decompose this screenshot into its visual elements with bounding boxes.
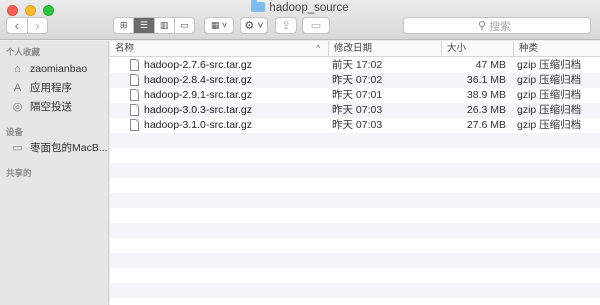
folder-icon (251, 0, 266, 12)
file-date: 昨天 07:03 (332, 119, 383, 131)
column-view-button[interactable]: ▥ (153, 18, 174, 33)
column-name-label: 名称 (115, 43, 135, 54)
empty-row (110, 193, 600, 208)
column-header-row: 名称 ^ 修改日期 大小 种类 (110, 41, 600, 57)
empty-row (110, 283, 600, 298)
file-date: 昨天 07:02 (332, 74, 383, 86)
window-title: hadoop_source (0, 0, 600, 14)
search-icon: ⚲ (478, 20, 487, 32)
file-name: hadoop-3.0.3-src.tar.gz (144, 104, 252, 116)
column-header-size[interactable]: 大小 (441, 41, 513, 57)
home-icon: ⌂ (14, 62, 21, 75)
sidebar-item-label: zaomianbao (30, 62, 88, 75)
file-name: hadoop-2.8.4-src.tar.gz (144, 74, 252, 86)
file-kind: gzip 压缩归档 (517, 74, 582, 86)
archive-file-icon (130, 89, 139, 101)
table-row[interactable]: hadoop-2.7.6-src.tar.gz 前天 17:02 47 MB g… (110, 58, 600, 73)
sort-ascending-icon: ^ (316, 44, 320, 53)
archive-file-icon (130, 74, 139, 86)
share-button[interactable]: ⇪ (275, 17, 297, 34)
icon-view-button[interactable]: ⊞ (114, 18, 133, 33)
tags-button[interactable]: ▭ (302, 17, 330, 34)
file-kind: gzip 压缩归档 (517, 119, 582, 131)
file-size: 36.1 MB (466, 74, 506, 86)
applications-icon: A (13, 81, 22, 94)
sidebar-item-label: 应用程序 (30, 82, 72, 94)
file-date: 昨天 07:03 (332, 104, 383, 116)
laptop-icon: ▭ (12, 142, 23, 154)
empty-row (110, 253, 600, 268)
column-size-label: 大小 (447, 43, 467, 54)
table-row[interactable]: hadoop-2.8.4-src.tar.gz 昨天 07:02 36.1 MB… (110, 73, 600, 88)
file-size: 26.3 MB (466, 104, 506, 116)
empty-row (110, 133, 600, 148)
file-kind: gzip 压缩归档 (517, 59, 582, 71)
favorites-header: 个人收藏 (6, 47, 41, 57)
nav-button-group: ‹ › (6, 17, 48, 34)
empty-row (110, 163, 600, 178)
search-input[interactable]: ⚲ 搜索 (403, 17, 591, 34)
shared-header: 共享的 (6, 168, 32, 178)
file-name: hadoop-3.1.0-src.tar.gz (144, 119, 252, 131)
archive-file-icon (130, 119, 139, 131)
file-kind: gzip 压缩归档 (517, 89, 582, 101)
file-size: 27.6 MB (466, 119, 506, 131)
column-header-date[interactable]: 修改日期 (328, 41, 441, 57)
file-size: 47 MB (475, 59, 506, 71)
sidebar: 个人收藏 ⌂ zaomianbao A 应用程序 ◎ 隔空投送 设备 ▭ 枣面包… (0, 41, 109, 305)
sidebar-item-macbook[interactable]: ▭ 枣面包的MacB... (9, 139, 108, 156)
archive-file-icon (130, 104, 139, 116)
table-row[interactable]: hadoop-3.1.0-src.tar.gz 昨天 07:03 27.6 MB… (110, 118, 600, 133)
list-view-button[interactable]: ☰ (133, 18, 154, 33)
file-kind: gzip 压缩归档 (517, 104, 582, 116)
file-date: 昨天 07:01 (332, 89, 383, 101)
table-row[interactable]: hadoop-2.9.1-src.tar.gz 昨天 07:01 38.9 MB… (110, 88, 600, 103)
file-list: 名称 ^ 修改日期 大小 种类 hadoop-2.7.6-src.tar.gz … (110, 41, 600, 305)
column-kind-label: 种类 (519, 43, 539, 54)
toolbar: hadoop_source ‹ › ⊞ ☰ ▥ ▭ ▦ ˅ ⚙ ˅ ⇪ ▭ ⚲ … (0, 0, 600, 40)
window-title-text: hadoop_source (269, 2, 349, 14)
sidebar-item-label: 隔空投送 (30, 101, 72, 113)
file-size: 38.9 MB (466, 89, 506, 101)
sidebar-item-applications[interactable]: A 应用程序 (9, 79, 72, 96)
view-mode-group: ⊞ ☰ ▥ ▭ (113, 17, 195, 34)
column-date-label: 修改日期 (334, 43, 373, 54)
column-header-name[interactable]: 名称 ^ (110, 41, 328, 57)
archive-file-icon (130, 59, 139, 71)
airdrop-icon: ◎ (12, 101, 23, 113)
file-name: hadoop-2.7.6-src.tar.gz (144, 59, 252, 71)
table-row[interactable]: hadoop-3.0.3-src.tar.gz 昨天 07:03 26.3 MB… (110, 103, 600, 118)
back-button[interactable]: ‹ (7, 18, 27, 33)
file-date: 前天 17:02 (332, 59, 383, 71)
search-placeholder: 搜索 (489, 20, 512, 33)
file-name: hadoop-2.9.1-src.tar.gz (144, 89, 252, 101)
sidebar-item-airdrop[interactable]: ◎ 隔空投送 (9, 98, 72, 115)
empty-row (110, 223, 600, 238)
gallery-view-button[interactable]: ▭ (173, 18, 194, 33)
arrange-button[interactable]: ▦ ˅ (204, 17, 234, 34)
action-gear-button[interactable]: ⚙ ˅ (240, 17, 268, 34)
sidebar-item-home[interactable]: ⌂ zaomianbao (9, 60, 87, 77)
sidebar-item-label: 枣面包的MacB... (30, 142, 108, 154)
devices-header: 设备 (6, 127, 24, 137)
column-header-kind[interactable]: 种类 (513, 41, 600, 57)
forward-button[interactable]: › (26, 18, 48, 33)
